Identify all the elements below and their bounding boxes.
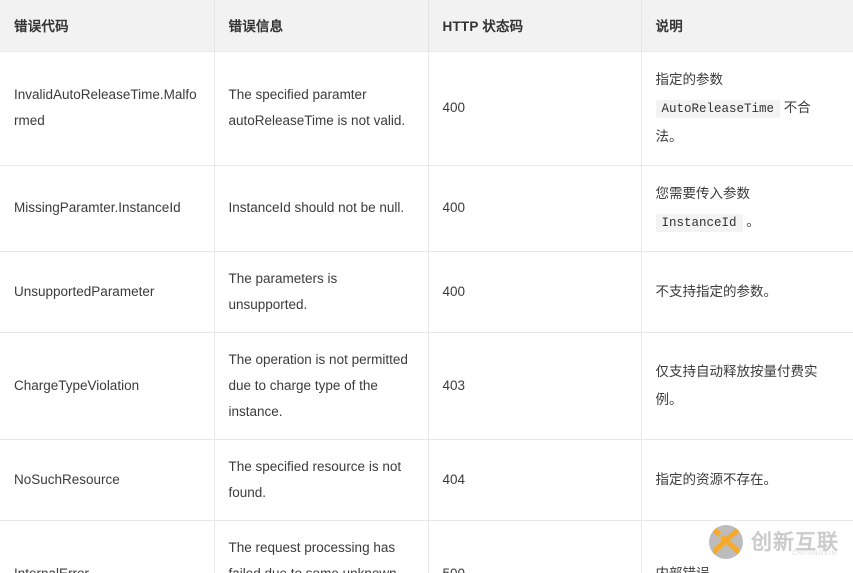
cell-description: 您需要传入参数 InstanceId 。	[641, 164, 853, 251]
description-inline-code: InstanceId	[655, 213, 743, 232]
cell-http-status: 400	[428, 250, 642, 332]
description-prefix: 您需要传入参数	[655, 185, 751, 201]
table-row: InvalidAutoReleaseTime.Malformed The spe…	[0, 50, 853, 165]
cell-error-code: InvalidAutoReleaseTime.Malformed	[0, 50, 215, 165]
cell-description: 指定的参数 AutoReleaseTime 不合法。	[641, 50, 853, 165]
cell-error-message: InstanceId should not be null.	[214, 164, 429, 251]
cell-http-status: 403	[428, 331, 642, 439]
table-row: InternalError The request processing has…	[0, 519, 853, 573]
table-body: InvalidAutoReleaseTime.Malformed The spe…	[0, 50, 853, 573]
description-suffix: 。	[746, 213, 760, 229]
cell-error-code: MissingParamter.InstanceId	[0, 164, 215, 251]
cell-error-message: The specified paramter autoReleaseTime i…	[214, 50, 429, 165]
cell-error-code: NoSuchResource	[0, 438, 215, 520]
cell-http-status: 400	[428, 50, 642, 165]
cell-error-message: The parameters is unsupported.	[214, 250, 429, 332]
cell-http-status: 404	[428, 438, 642, 520]
cell-description: 不支持指定的参数。	[641, 250, 853, 332]
cell-http-status: 500	[428, 519, 642, 573]
description-inline-code: AutoReleaseTime	[655, 99, 781, 118]
column-header-http-status: HTTP 状态码	[428, 0, 642, 51]
column-header-error-message: 错误信息	[214, 0, 429, 51]
description-prefix: 指定的参数	[655, 71, 724, 87]
cell-error-message: The specified resource is not found.	[214, 438, 429, 520]
table-row: MissingParamter.InstanceId InstanceId sh…	[0, 164, 853, 251]
cell-error-message: The request processing has failed due to…	[214, 519, 429, 573]
table-header: 错误代码 错误信息 HTTP 状态码 说明	[0, 0, 853, 51]
table-row: ChargeTypeViolation The operation is not…	[0, 331, 853, 439]
table-row: NoSuchResource The specified resource is…	[0, 438, 853, 520]
table-row: UnsupportedParameter The parameters is u…	[0, 250, 853, 332]
cell-error-code: InternalError	[0, 519, 215, 573]
column-header-description: 说明	[641, 0, 853, 51]
table-header-row: 错误代码 错误信息 HTTP 状态码 说明	[0, 0, 853, 51]
cell-error-code: UnsupportedParameter	[0, 250, 215, 332]
cell-error-message: The operation is not permitted due to ch…	[214, 331, 429, 439]
cell-error-code: ChargeTypeViolation	[0, 331, 215, 439]
column-header-error-code: 错误代码	[0, 0, 215, 51]
cell-description: 指定的资源不存在。	[641, 438, 853, 520]
cell-description: 内部错误。	[641, 519, 853, 573]
cell-description: 仅支持自动释放按量付费实例。	[641, 331, 853, 439]
error-code-reference-page: 错误代码 错误信息 HTTP 状态码 说明 InvalidAutoRelease…	[0, 0, 853, 573]
cell-http-status: 400	[428, 164, 642, 251]
error-code-table: 错误代码 错误信息 HTTP 状态码 说明 InvalidAutoRelease…	[0, 0, 853, 573]
